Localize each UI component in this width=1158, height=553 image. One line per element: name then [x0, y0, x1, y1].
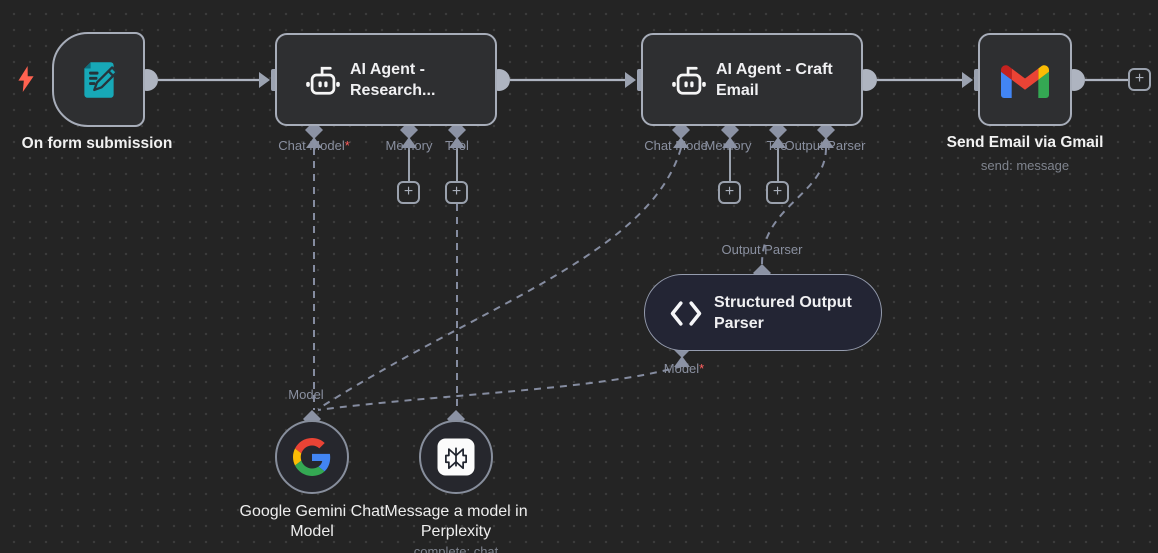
connector-label-parser-output: Output Parser — [721, 242, 803, 257]
add-tool-button-research[interactable]: + — [445, 181, 468, 204]
form-node-label: On form submission — [21, 135, 173, 152]
parser-title: Structured Output Parser — [714, 293, 852, 332]
connector-label-craft-outputparser: Output Parser — [784, 138, 866, 153]
connector-label-research-tool: Tool — [445, 138, 469, 153]
input-arrow-gmail[interactable] — [962, 72, 973, 88]
perplexity-icon — [437, 438, 475, 476]
required-marker: * — [344, 138, 350, 153]
required-marker: * — [699, 361, 705, 376]
connector-label-research-chatmodel: Chat Model* — [278, 138, 350, 153]
connector-label-craft-memory: Memory — [704, 138, 752, 153]
form-icon — [83, 61, 118, 98]
node-agent-research[interactable]: AI Agent - Research... — [275, 33, 497, 126]
add-memory-button-research[interactable]: + — [397, 181, 420, 204]
connector-label-research-memory: Memory — [385, 138, 433, 153]
node-structured-output-parser[interactable]: Structured Output Parser — [644, 274, 882, 351]
input-arrow-craft[interactable] — [625, 72, 636, 88]
connector-label-parser-model: Model* — [663, 361, 705, 376]
perplexity-node-subtitle: complete: chat — [413, 544, 499, 553]
agent-research-title: AI Agent - Research... — [350, 60, 436, 99]
gemini-node-label: Google Gemini Chat Model — [239, 503, 385, 540]
trigger-bolt-icon — [18, 66, 34, 92]
gmail-node-label: Send Email via Gmail — [946, 134, 1104, 151]
perplexity-node-label: Message a model in Perplexity — [384, 503, 528, 540]
node-agent-craft-email[interactable]: AI Agent - Craft Email — [641, 33, 863, 126]
code-brackets-icon — [670, 301, 702, 326]
input-arrow-research[interactable] — [259, 72, 270, 88]
add-tool-button-craft[interactable]: + — [766, 181, 789, 204]
add-memory-button-craft[interactable]: + — [718, 181, 741, 204]
google-g-icon — [293, 438, 331, 476]
robot-icon — [306, 66, 340, 95]
node-send-email-gmail[interactable] — [978, 33, 1072, 126]
workflow-canvas[interactable]: On form submission AI Agent - Research...… — [0, 0, 1158, 553]
node-form-trigger[interactable] — [52, 32, 145, 127]
connection-gemini-to-craft-chatmodel[interactable] — [317, 147, 682, 410]
gmail-icon — [1001, 64, 1049, 98]
gmail-node-subtitle: send: message — [980, 158, 1070, 173]
add-next-node-button[interactable]: + — [1128, 68, 1151, 91]
robot-icon — [672, 66, 706, 95]
agent-craft-title: AI Agent - Craft Email — [716, 60, 833, 99]
connection-gemini-to-parser-model[interactable] — [317, 365, 683, 411]
connector-label-gemini-model: Model — [288, 387, 324, 402]
node-message-model-perplexity[interactable] — [419, 420, 493, 494]
node-google-gemini-chat-model[interactable] — [275, 420, 349, 494]
connector-label-craft-chatmodel: Chat Mode — [644, 138, 708, 153]
